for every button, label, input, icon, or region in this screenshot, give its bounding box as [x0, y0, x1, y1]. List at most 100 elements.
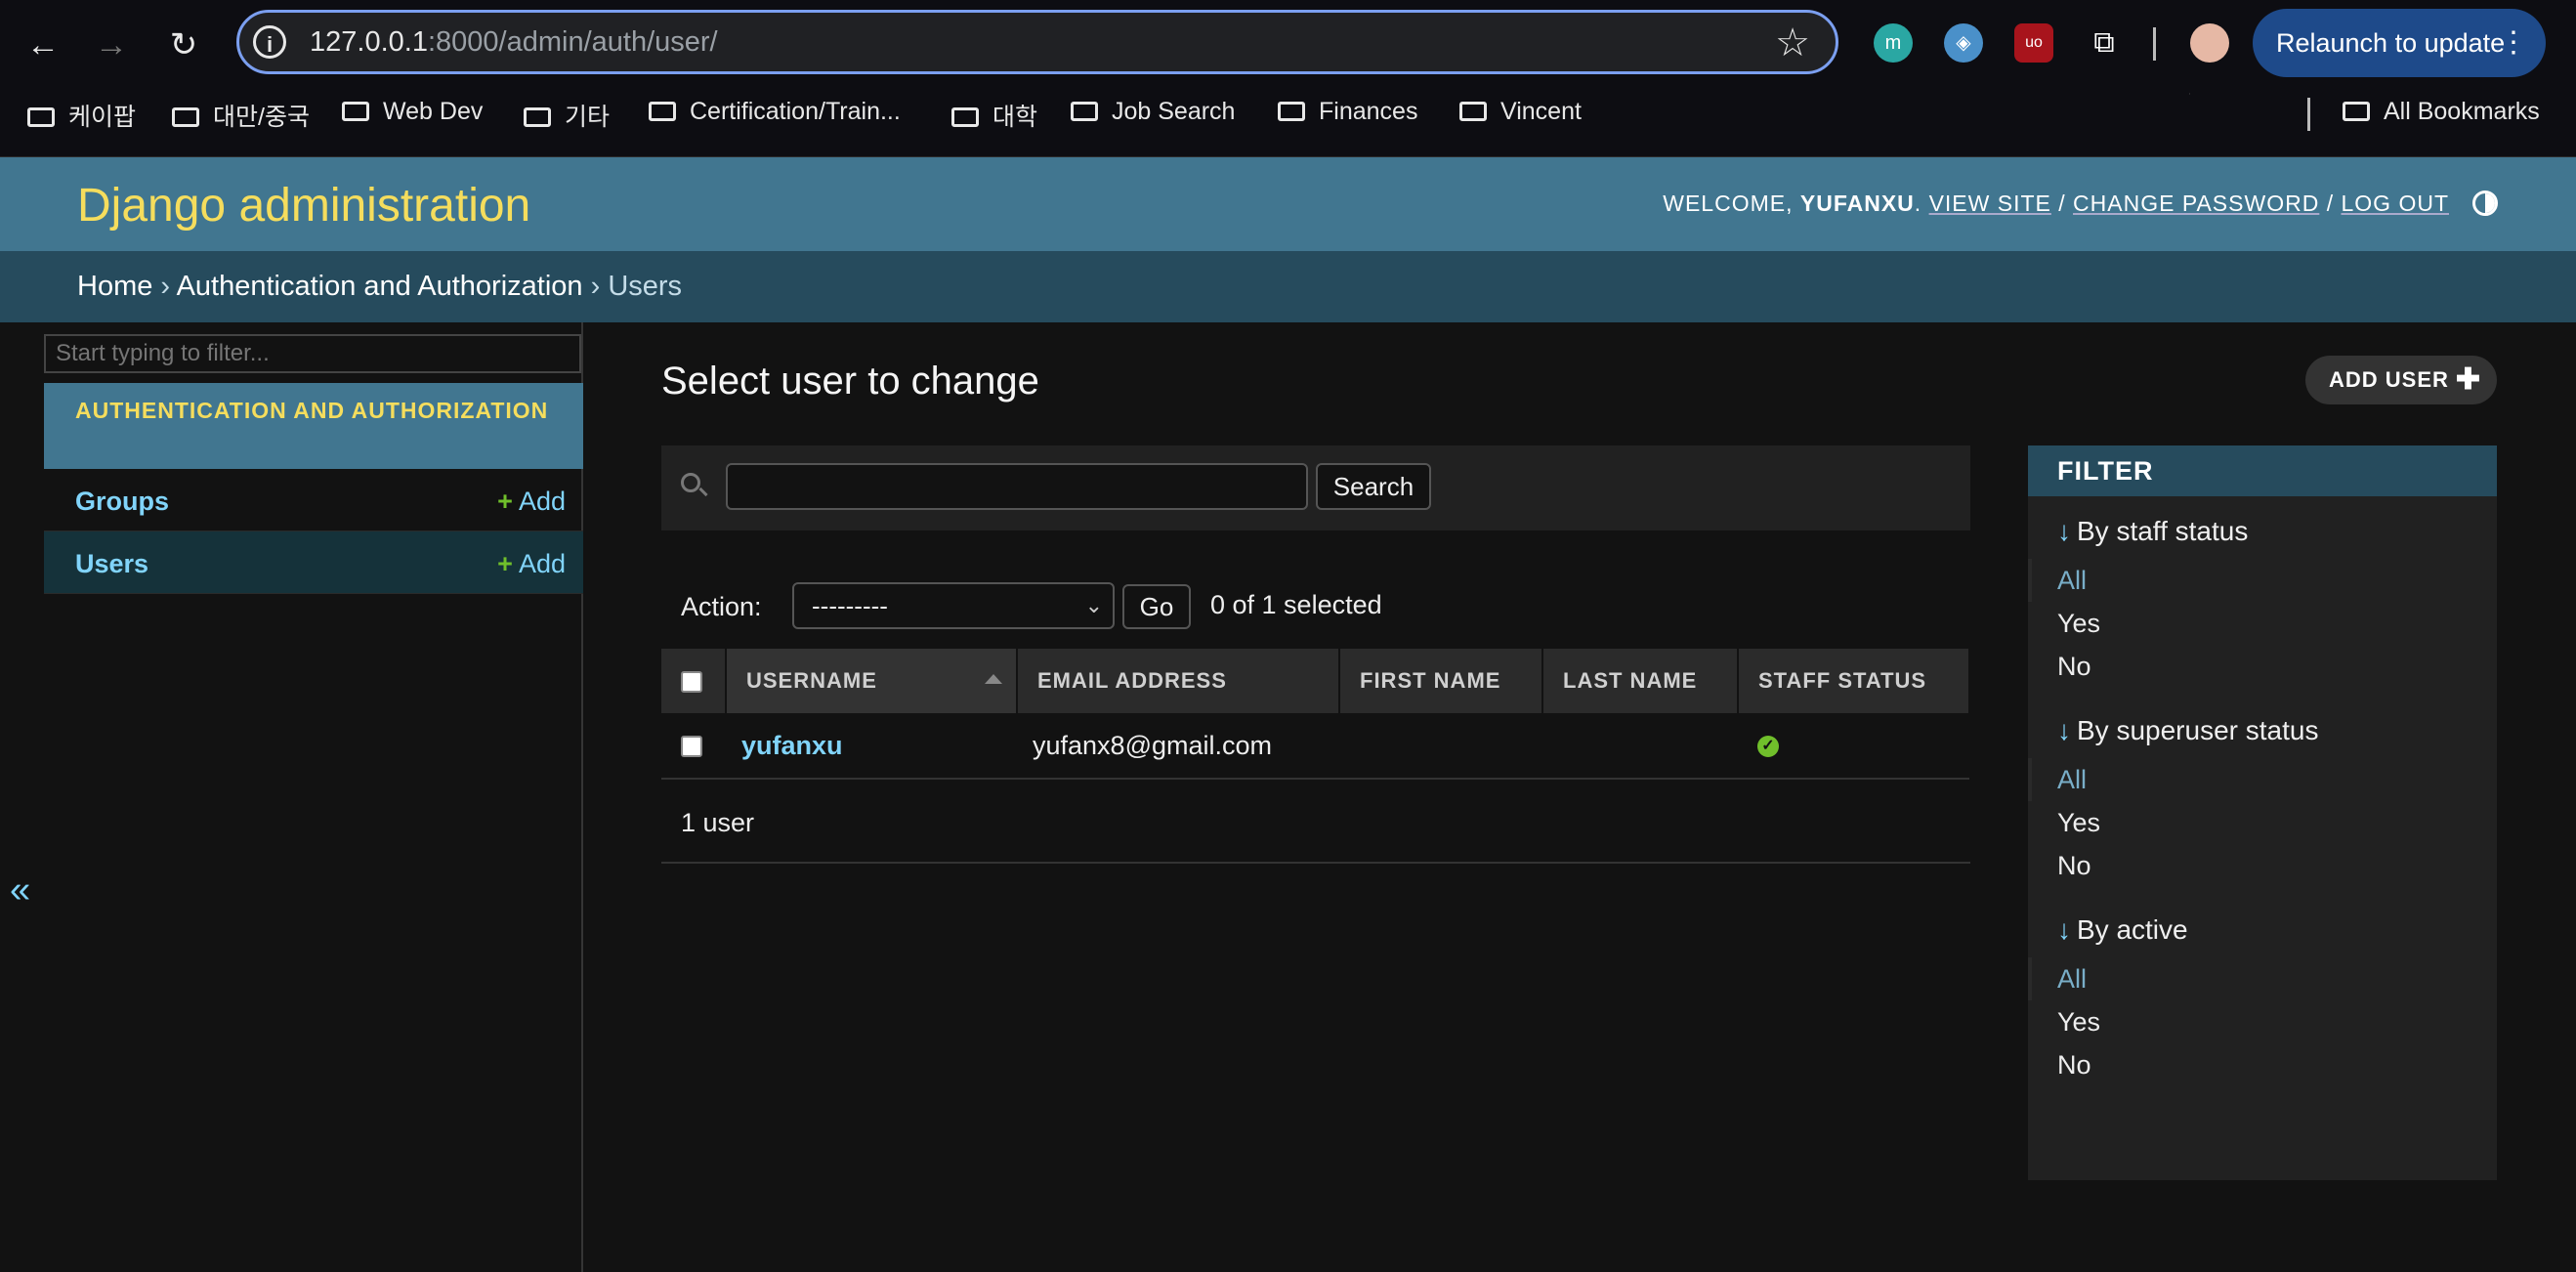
bookmark-star-icon[interactable]: ☆ [1775, 21, 1810, 65]
folder-icon [2343, 102, 2370, 121]
ublock-icon[interactable]: uo [2014, 23, 2053, 63]
go-button[interactable]: Go [1122, 584, 1191, 629]
bookmark-folder[interactable]: Certification/Train... [649, 98, 901, 126]
bookmark-folder[interactable]: 대만/중국 [172, 98, 310, 133]
app-caption-auth[interactable]: Authentication and Authorization [44, 383, 583, 469]
filter-choice-all[interactable]: All [2028, 559, 2497, 602]
welcome-text: Welcome, [1663, 191, 1794, 216]
filter-heading-label: By superuser status [2077, 715, 2319, 745]
breadcrumb-app[interactable]: Authentication and Authorization [177, 271, 583, 302]
bookmark-label: 케이팝 [68, 104, 137, 131]
bookmark-folder[interactable]: Vincent [1459, 98, 1582, 126]
bookmark-folder[interactable]: Finances [1278, 98, 1417, 126]
bookmark-folder[interactable]: 케이팝 [27, 98, 136, 133]
arrow-down-icon: ↓ [2057, 715, 2071, 745]
row-checkbox[interactable] [681, 736, 702, 758]
filter-choice-yes[interactable]: Yes [2028, 801, 2497, 844]
extension-layers-icon[interactable]: ◈ [1944, 23, 1983, 63]
extension-m-icon[interactable]: m [1874, 23, 1913, 63]
breadcrumb-home[interactable]: Home [77, 271, 152, 302]
bookmark-folder[interactable]: Job Search [1071, 98, 1235, 126]
site-info-icon[interactable]: i [253, 25, 286, 59]
bookmark-label: All Bookmarks [2384, 98, 2540, 125]
bookmarks-bar: 케이팝 대만/중국 Web Dev 기타 Certification/Train… [0, 94, 2576, 137]
log-out-link[interactable]: Log out [2341, 191, 2449, 216]
action-counter: 0 of 1 selected [1210, 590, 1382, 619]
nav-filter-input[interactable] [44, 334, 581, 373]
check-circle-icon: ✓ [1757, 736, 1779, 758]
url-host: 127.0.0.1 [310, 26, 428, 58]
sort-ascending-icon[interactable] [985, 674, 1002, 684]
forward-arrow-icon[interactable]: → [88, 21, 135, 68]
filter-heading[interactable]: ↓ By active [2028, 914, 2497, 946]
filter-choice-all[interactable]: All [2028, 758, 2497, 801]
folder-icon [1459, 102, 1487, 121]
filter-heading-label: By active [2077, 914, 2188, 945]
browser-chrome: ← → ↻ i 127.0.0.1:8000/admin/auth/user/ … [0, 0, 2576, 156]
back-arrow-icon[interactable]: ← [20, 21, 66, 68]
table-row: yufanxu yufanx8@gmail.com ✓ [661, 713, 1969, 780]
filter-choice-all[interactable]: All [2028, 957, 2497, 1000]
add-groups-link[interactable]: + Add [497, 487, 566, 517]
plus-icon: + [497, 549, 513, 578]
bookmark-label: 기타 [565, 104, 611, 131]
bookmark-label: Job Search [1112, 98, 1236, 125]
address-bar[interactable]: i 127.0.0.1:8000/admin/auth/user/ ☆ [236, 10, 1838, 74]
username-link[interactable]: yufanxu [741, 731, 843, 760]
admin-header: Django administration Welcome, yufanxu. … [0, 156, 2576, 252]
filter-choice-no[interactable]: No [2028, 844, 2497, 887]
search-button[interactable]: Search [1316, 463, 1431, 510]
column-last-name[interactable]: Last name [1542, 649, 1739, 713]
add-user-button[interactable]: Add user ✚ [2305, 356, 2497, 404]
search-input[interactable] [726, 463, 1308, 510]
sidebar-collapse-toggle[interactable]: « [0, 322, 44, 1272]
last-name-cell [1542, 713, 1738, 780]
column-first-name[interactable]: First name [1339, 649, 1543, 713]
profile-avatar[interactable] [2190, 23, 2229, 63]
select-all-header [661, 649, 727, 713]
filter-choice-no[interactable]: No [2028, 1043, 2497, 1086]
reload-icon[interactable]: ↻ [160, 21, 207, 68]
bookmark-folder[interactable]: 기타 [524, 98, 610, 133]
bookmark-label: 대학 [992, 104, 1038, 131]
breadcrumb-separator: › [590, 271, 601, 302]
column-label: Last name [1563, 668, 1698, 693]
column-staff-status[interactable]: Staff status [1738, 649, 1970, 713]
filter-panel: Filter ↓ By staff status All Yes No ↓ By s… [2028, 445, 2497, 1180]
collapse-chevrons-icon: « [10, 869, 31, 911]
folder-icon [524, 107, 551, 127]
folder-icon [27, 107, 55, 127]
bookmark-label: Web Dev [383, 98, 484, 125]
sidebar-item-groups-link[interactable]: Groups [75, 487, 169, 517]
sidebar-item-users-link[interactable]: Users [75, 549, 148, 579]
more-menu-icon[interactable]: ⋮ [2499, 9, 2528, 77]
bookmark-folder[interactable]: 대학 [951, 98, 1037, 133]
filter-choice-yes[interactable]: Yes [2028, 1000, 2497, 1043]
breadcrumb-separator: › [160, 271, 171, 302]
select-all-checkbox[interactable] [681, 671, 702, 694]
filter-heading[interactable]: ↓ By staff status [2028, 516, 2497, 547]
folder-icon [951, 107, 979, 127]
bookmark-folder[interactable]: Web Dev [342, 98, 483, 126]
action-select[interactable]: --------- ⌄ [792, 582, 1115, 629]
theme-toggle-icon[interactable] [2472, 191, 2498, 216]
filter-choice-no[interactable]: No [2028, 645, 2497, 688]
change-password-link[interactable]: Change password [2073, 191, 2319, 216]
column-label: First name [1360, 668, 1501, 693]
folder-icon [649, 102, 676, 121]
toolbar-divider [2153, 27, 2156, 61]
column-email[interactable]: Email address [1017, 649, 1340, 713]
add-users-link[interactable]: + Add [497, 549, 566, 579]
column-username[interactable]: Username [726, 649, 1018, 713]
view-site-link[interactable]: View site [1929, 191, 2051, 216]
filter-choice-yes[interactable]: Yes [2028, 602, 2497, 645]
extensions-puzzle-icon[interactable]: ⧉ [2085, 23, 2124, 63]
relaunch-button[interactable]: Relaunch to update ⋮ [2253, 9, 2546, 77]
relaunch-label: Relaunch to update [2276, 28, 2506, 58]
url-text[interactable]: 127.0.0.1:8000/admin/auth/user/ [310, 26, 718, 59]
site-branding[interactable]: Django administration [77, 179, 530, 233]
filter-heading[interactable]: ↓ By superuser status [2028, 715, 2497, 746]
column-label: Email address [1037, 668, 1227, 693]
all-bookmarks[interactable]: All Bookmarks [2343, 98, 2540, 126]
arrow-down-icon: ↓ [2057, 914, 2071, 945]
